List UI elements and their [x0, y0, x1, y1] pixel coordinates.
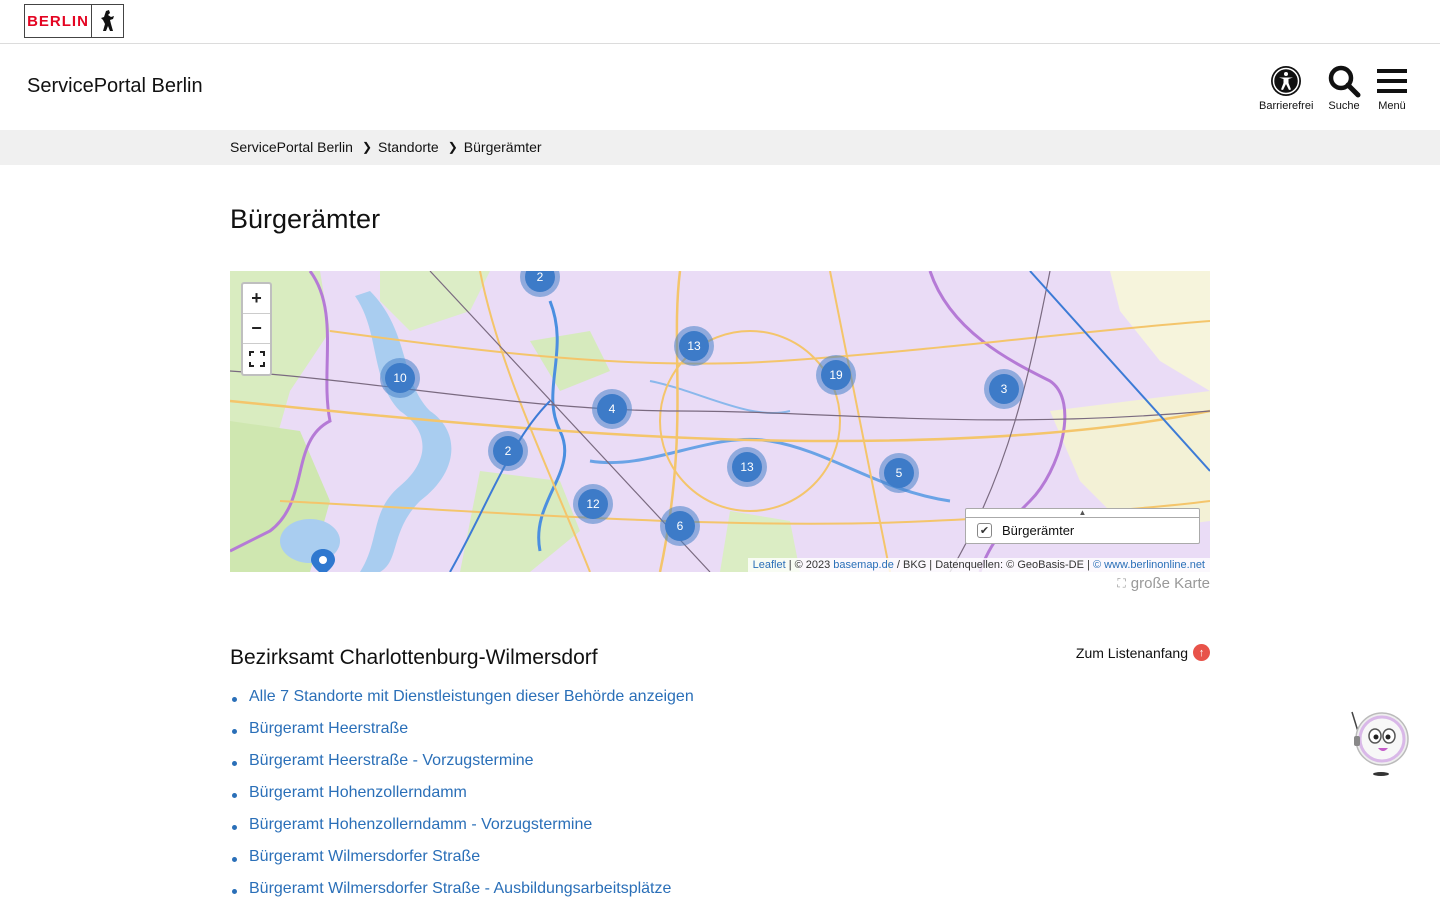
list-item: Alle 7 Standorte mit Dienstleistungen di… [230, 688, 694, 720]
large-map-label: große Karte [1130, 575, 1210, 592]
site-name[interactable]: ServicePortal Berlin [27, 75, 203, 98]
list-item: Bürgeramt Wilmersdorfer Straße - Ausbild… [230, 880, 694, 900]
list-item: Bürgeramt Hohenzollerndamm [230, 784, 694, 816]
arrow-up-icon: ↑ [1193, 644, 1210, 661]
map-cluster[interactable]: 5 [879, 453, 919, 493]
chatbot-avatar-button[interactable] [1348, 708, 1412, 785]
fullscreen-button[interactable] [243, 344, 270, 374]
list-item: Bürgeramt Hohenzollerndamm - Vorzugsterm… [230, 816, 694, 848]
map-attribution: Leaflet | © 2023 basemap.de / BKG | Date… [747, 558, 1210, 572]
caret-up-icon[interactable]: ▲ [966, 509, 1199, 518]
breadcrumb-item-current: Bürgerämter [463, 139, 542, 155]
breadcrumb-bar: ServicePortal Berlin ❯ Standorte ❯ Bürge… [0, 130, 1440, 165]
checkbox-checked-icon[interactable]: ✔ [977, 523, 992, 538]
chevron-right-icon: ❯ [361, 140, 372, 154]
location-link[interactable]: Bürgeramt Hohenzollerndamm [249, 784, 467, 802]
logo-text: BERLIN [25, 5, 92, 37]
page-title: Bürgerämter [230, 204, 381, 234]
accessibility-icon [1270, 64, 1302, 98]
map-cluster[interactable]: 6 [660, 506, 700, 546]
location-link[interactable]: Bürgeramt Heerstraße [249, 720, 408, 738]
location-link[interactable]: Alle 7 Standorte mit Dienstleistungen di… [249, 688, 694, 706]
location-link[interactable]: Bürgeramt Wilmersdorfer Straße [249, 848, 480, 866]
map-cluster[interactable]: 19 [816, 355, 856, 395]
layer-control: ▲ ✔ Bürgerämter [965, 508, 1200, 544]
list-item: Bürgeramt Heerstraße [230, 720, 694, 752]
map-marker-pin[interactable] [311, 549, 335, 572]
map[interactable]: + − 2 13 10 19 3 4 2 13 5 12 6 ▲ ✔ Bürge… [230, 271, 1210, 572]
location-link[interactable]: Bürgeramt Wilmersdorfer Straße - Ausbild… [249, 880, 671, 898]
accessibility-button[interactable]: Barrierefrei [1259, 64, 1313, 112]
map-cluster[interactable]: 13 [727, 447, 767, 487]
back-to-top-link[interactable]: Zum Listenanfang ↑ [1076, 644, 1210, 661]
layer-toggle[interactable]: ✔ Bürgerämter [966, 518, 1199, 543]
berlin-logo[interactable]: BERLIN [24, 4, 124, 38]
list-item: Bürgeramt Heerstraße - Vorzugstermine [230, 752, 694, 784]
zoom-in-button[interactable]: + [243, 284, 270, 314]
leaflet-link[interactable]: Leaflet [753, 559, 786, 571]
menu-button[interactable]: Menü [1377, 64, 1407, 112]
layer-label: Bürgerämter [1002, 523, 1075, 538]
chatbot-robot-icon [1351, 711, 1409, 776]
breadcrumb: ServicePortal Berlin ❯ Standorte ❯ Bürge… [230, 139, 542, 155]
fullscreen-icon [248, 351, 265, 367]
site-header: ServicePortal Berlin Barrierefrei Suche [0, 44, 1440, 130]
breadcrumb-item-standorte[interactable]: Standorte [378, 139, 439, 155]
chevron-right-icon: ❯ [447, 140, 458, 154]
search-label: Suche [1328, 100, 1360, 112]
list-item: Bürgeramt Wilmersdorfer Straße [230, 848, 694, 880]
zoom-out-button[interactable]: − [243, 314, 270, 344]
map-cluster[interactable]: 13 [674, 326, 714, 366]
expand-icon: ⛶ [1117, 576, 1126, 590]
accessibility-label: Barrierefrei [1259, 100, 1314, 112]
location-list: Alle 7 Standorte mit Dienstleistungen di… [230, 688, 694, 900]
map-cluster[interactable]: 12 [573, 484, 613, 524]
top-bar: BERLIN [0, 0, 1440, 44]
search-button[interactable]: Suche [1327, 64, 1361, 112]
map-cluster[interactable]: 10 [380, 358, 420, 398]
bear-icon [92, 5, 123, 37]
menu-label: Menü [1378, 100, 1406, 112]
search-icon [1327, 64, 1361, 98]
basemap-link[interactable]: basemap.de [833, 559, 894, 571]
back-to-top-label: Zum Listenanfang [1075, 644, 1188, 661]
location-link[interactable]: Bürgeramt Hohenzollerndamm - Vorzugsterm… [249, 816, 592, 834]
section-title: Bezirksamt Charlottenburg-Wilmersdorf [230, 646, 598, 669]
map-cluster[interactable]: 4 [592, 389, 632, 429]
berlinonline-link[interactable]: © www.berlinonline.net [1093, 559, 1205, 571]
attribution-copyright: | © 2023 [788, 559, 831, 571]
zoom-control: + − [241, 282, 272, 376]
breadcrumb-item-home[interactable]: ServicePortal Berlin [230, 139, 353, 155]
attribution-sources: / BKG | Datenquellen: © GeoBasis-DE | [896, 559, 1090, 571]
map-cluster[interactable]: 2 [488, 431, 528, 471]
location-link[interactable]: Bürgeramt Heerstraße - Vorzugstermine [249, 752, 534, 770]
hamburger-menu-icon [1377, 64, 1407, 98]
map-cluster[interactable]: 3 [984, 369, 1024, 409]
large-map-link[interactable]: ⛶ große Karte [1117, 575, 1210, 592]
